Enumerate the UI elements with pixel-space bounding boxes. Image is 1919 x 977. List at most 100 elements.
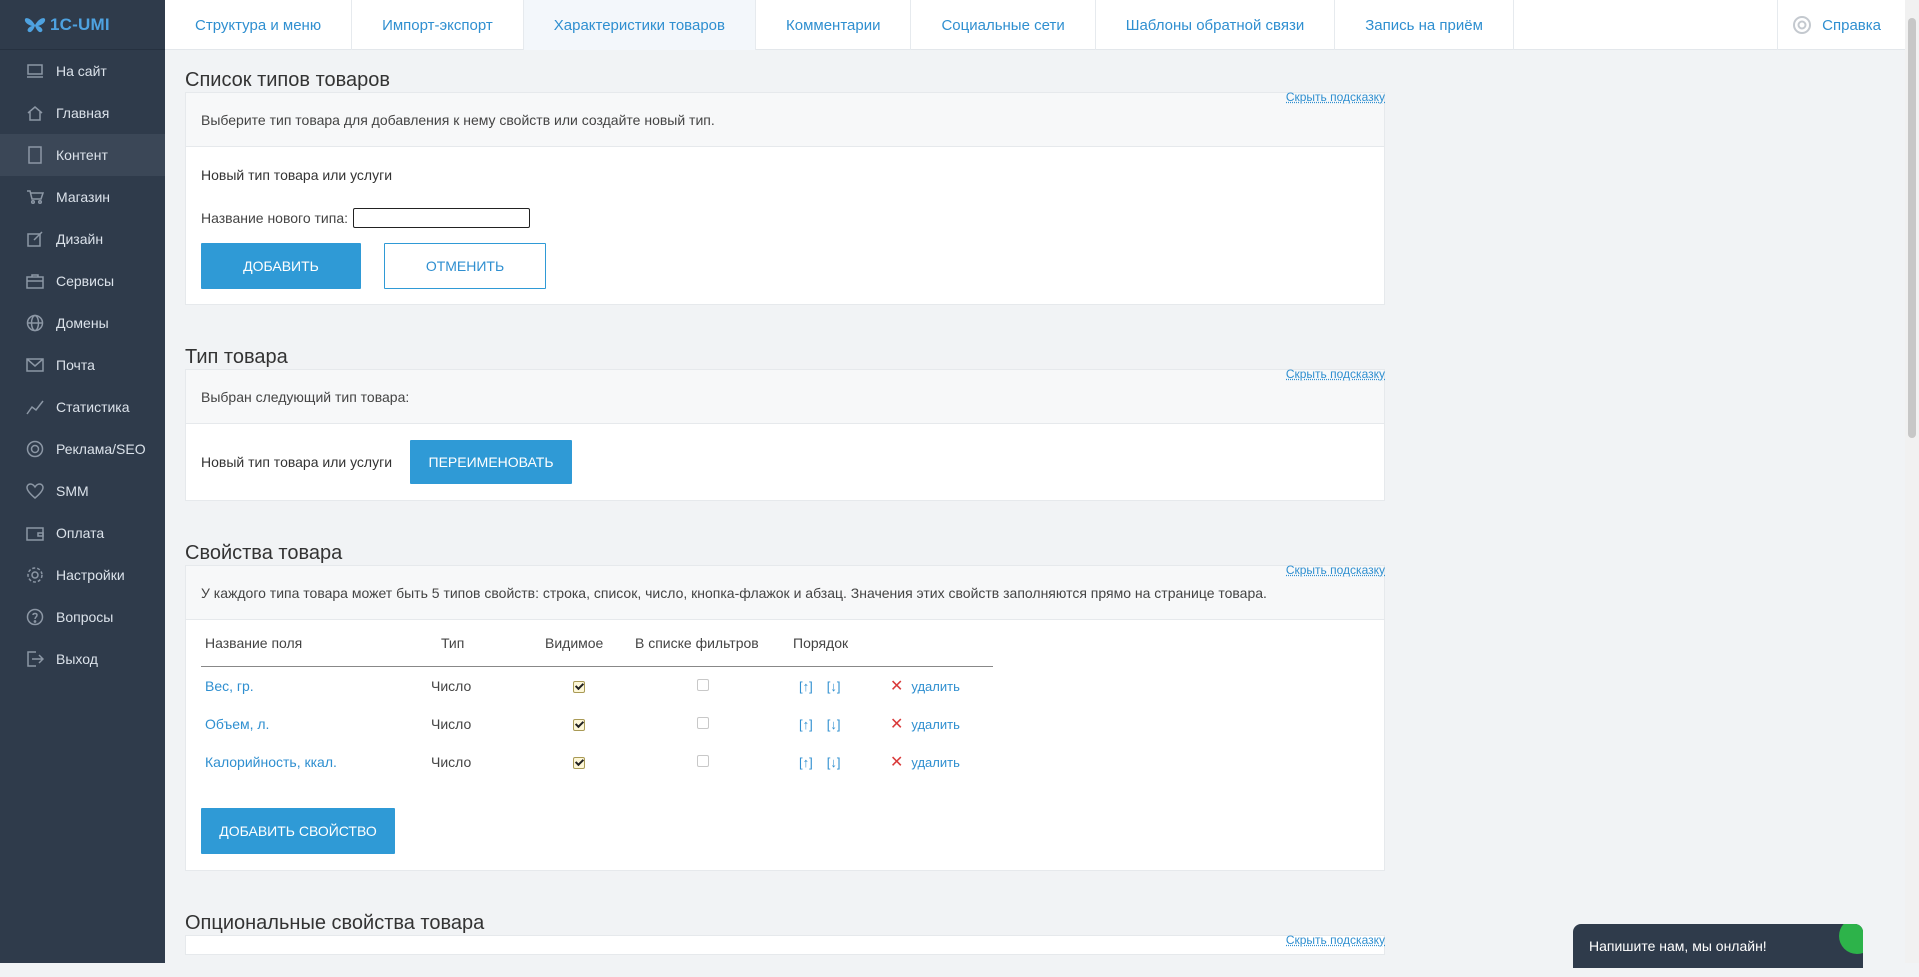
chart-icon <box>24 396 46 418</box>
sidebar-item-services[interactable]: Сервисы <box>0 260 165 302</box>
wallet-icon <box>24 522 46 544</box>
types-list-section: Список типов товаров Скрыть подсказку Вы… <box>185 50 1385 305</box>
properties-card: У каждого типа товара может быть 5 типов… <box>185 565 1385 871</box>
chat-widget[interactable]: Напишите нам, мы онлайн! <box>1573 924 1863 968</box>
top-tab-bar: Структура и меню Импорт-экспорт Характер… <box>165 0 1905 50</box>
delete-link[interactable]: удалить <box>911 755 959 770</box>
hide-hint-link[interactable]: Скрыть подсказку <box>1286 90 1385 104</box>
property-name-link[interactable]: Вес, гр. <box>205 678 254 694</box>
types-list-card: Выберите тип товара для добавления к нем… <box>185 92 1385 305</box>
sidebar-item-shop[interactable]: Магазин <box>0 176 165 218</box>
sidebar-item-site[interactable]: На сайт <box>0 50 165 92</box>
sidebar-item-label: Дизайн <box>56 231 104 247</box>
sidebar-item-payment[interactable]: Оплата <box>0 512 165 554</box>
add-type-button[interactable]: ДОБАВИТЬ <box>201 243 361 289</box>
property-type: Число <box>431 678 472 694</box>
butterfly-icon <box>24 17 46 32</box>
move-up-link[interactable]: [↑] <box>799 679 813 694</box>
filter-checkbox[interactable] <box>697 755 709 767</box>
delete-link[interactable]: удалить <box>911 679 959 694</box>
tab-product-characteristics[interactable]: Характеристики товаров <box>523 0 756 50</box>
move-up-link[interactable]: [↑] <box>799 717 813 732</box>
sidebar-item-settings[interactable]: Настройки <box>0 554 165 596</box>
brush-icon <box>24 228 46 250</box>
move-down-link[interactable]: [↓] <box>827 679 841 694</box>
main-content: Список типов товаров Скрыть подсказку Вы… <box>185 50 1385 977</box>
visible-checkbox[interactable] <box>573 757 585 769</box>
rename-button[interactable]: ПЕРЕИМЕНОВАТЬ <box>410 440 573 484</box>
new-type-subheading: Новый тип товара или услуги <box>201 167 393 183</box>
visible-checkbox[interactable] <box>573 719 585 731</box>
scrollbar-thumb[interactable] <box>1908 18 1916 438</box>
sidebar-item-label: На сайт <box>56 63 107 79</box>
tab-feedback-templates[interactable]: Шаблоны обратной связи <box>1096 0 1336 50</box>
sidebar-item-smm[interactable]: SMM <box>0 470 165 512</box>
tab-comments[interactable]: Комментарии <box>756 0 912 50</box>
logout-icon <box>24 648 46 670</box>
section-hint: Выберите тип товара для добавления к нем… <box>186 93 1384 147</box>
sidebar-item-domains[interactable]: Домены <box>0 302 165 344</box>
delete-icon[interactable]: ✕ <box>890 754 903 771</box>
column-header: Тип <box>441 620 545 667</box>
delete-icon[interactable]: ✕ <box>890 678 903 695</box>
property-type: Число <box>431 716 472 732</box>
sidebar-item-label: Магазин <box>56 189 111 205</box>
page-scrollbar[interactable] <box>1905 0 1919 963</box>
delete-icon[interactable]: ✕ <box>890 716 903 733</box>
sidebar-item-questions[interactable]: Вопросы <box>0 596 165 638</box>
new-type-name-input[interactable] <box>353 208 530 228</box>
section-title: Тип товара <box>185 346 288 368</box>
section-header: Опциональные свойства товара Скрыть подс… <box>185 893 1385 947</box>
document-icon <box>24 144 46 166</box>
hide-hint-link[interactable]: Скрыть подсказку <box>1286 933 1385 947</box>
sidebar-item-label: Оплата <box>56 525 105 541</box>
product-type-row: Новый тип товара или услуги ПЕРЕИМЕНОВАТ… <box>186 424 1384 500</box>
online-status-icon <box>1839 924 1863 954</box>
move-down-link[interactable]: [↓] <box>827 717 841 732</box>
logo[interactable]: 1C-UMI <box>0 0 165 50</box>
move-up-link[interactable]: [↑] <box>799 755 813 770</box>
tab-import-export[interactable]: Импорт-экспорт <box>352 0 524 50</box>
table-row: Объем, л. Число [↑] [↓] ✕ удалить <box>201 705 993 743</box>
product-type-card: Выбран следующий тип товара: Новый тип т… <box>185 369 1385 501</box>
column-header: Видимое <box>545 620 635 667</box>
sidebar-item-label: Сервисы <box>56 273 115 289</box>
tab-structure[interactable]: Структура и меню <box>165 0 353 50</box>
property-name-link[interactable]: Объем, л. <box>205 716 269 732</box>
sidebar-item-label: Выход <box>56 651 98 667</box>
tab-appointments[interactable]: Запись на приём <box>1335 0 1514 50</box>
sidebar: 1C-UMI На сайт Главная Контент Магазин Д… <box>0 0 165 963</box>
property-name-link[interactable]: Калорийность, ккал. <box>205 754 337 770</box>
properties-body: Название поля Тип Видимое В списке фильт… <box>186 620 1384 870</box>
mail-icon <box>24 354 46 376</box>
column-header: Порядок <box>793 620 890 667</box>
sidebar-item-design[interactable]: Дизайн <box>0 218 165 260</box>
sidebar-item-home[interactable]: Главная <box>0 92 165 134</box>
sidebar-item-label: Главная <box>56 105 110 121</box>
filter-checkbox[interactable] <box>697 717 709 729</box>
sidebar-item-stats[interactable]: Статистика <box>0 386 165 428</box>
sidebar-item-logout[interactable]: Выход <box>0 638 165 680</box>
globe-icon <box>24 312 46 334</box>
section-title: Список типов товаров <box>185 69 391 91</box>
help-link[interactable]: Справка <box>1777 0 1881 50</box>
filter-checkbox[interactable] <box>697 679 709 691</box>
new-type-form: Новый тип товара или услуги Название нов… <box>186 147 1384 304</box>
cancel-button[interactable]: ОТМЕНИТЬ <box>384 243 546 289</box>
sidebar-item-label: Домены <box>56 315 109 331</box>
hide-hint-link[interactable]: Скрыть подсказку <box>1286 563 1385 577</box>
section-header: Список типов товаров Скрыть подсказку <box>185 50 1385 104</box>
sidebar-item-label: Вопросы <box>56 609 114 625</box>
sidebar-item-seo[interactable]: Реклама/SEO <box>0 428 165 470</box>
tab-social[interactable]: Социальные сети <box>911 0 1096 50</box>
sidebar-nav: На сайт Главная Контент Магазин Дизайн С… <box>0 50 165 680</box>
sidebar-item-mail[interactable]: Почта <box>0 344 165 386</box>
delete-link[interactable]: удалить <box>911 717 959 732</box>
add-property-button[interactable]: ДОБАВИТЬ СВОЙСТВО <box>201 808 395 854</box>
move-down-link[interactable]: [↓] <box>827 755 841 770</box>
hide-hint-link[interactable]: Скрыть подсказку <box>1286 367 1385 381</box>
visible-checkbox[interactable] <box>573 681 585 693</box>
heart-icon <box>24 480 46 502</box>
sidebar-item-content[interactable]: Контент <box>0 134 165 176</box>
chat-label: Напишите нам, мы онлайн! <box>1589 938 1767 954</box>
